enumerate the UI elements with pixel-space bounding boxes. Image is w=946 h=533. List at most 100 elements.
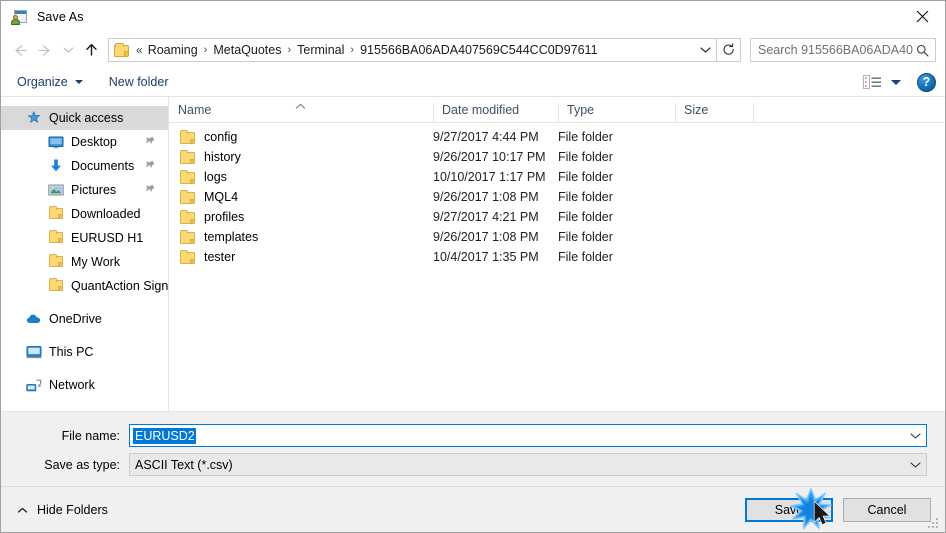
new-folder-label: New folder — [108, 75, 169, 89]
sidebar-item-network[interactable]: Network — [1, 373, 168, 397]
save-as-type-select[interactable]: ASCII Text (*.csv) — [129, 453, 927, 476]
recent-locations-chevron-down-icon[interactable] — [58, 37, 78, 63]
download-arrow-icon — [48, 158, 64, 174]
command-bar: Organize New folder ? — [1, 68, 945, 97]
breadcrumb-item-2[interactable]: Terminal — [295, 43, 346, 57]
save-button[interactable]: Save — [745, 497, 833, 522]
folder-icon — [48, 278, 64, 294]
file-type: File folder — [558, 250, 613, 264]
folder-icon — [48, 254, 64, 270]
up-arrow-icon[interactable] — [78, 37, 104, 63]
hide-folders-button[interactable]: Hide Folders — [17, 503, 108, 517]
file-rows: config 9/27/2017 4:44 PM File folder his… — [169, 123, 945, 411]
file-type: File folder — [558, 230, 613, 244]
column-header-date-modified[interactable]: Date modified — [433, 103, 558, 122]
chevron-up-icon — [17, 503, 28, 517]
folder-icon — [179, 129, 195, 145]
organize-button[interactable]: Organize — [17, 75, 83, 89]
star-icon — [26, 110, 42, 126]
back-arrow-icon[interactable] — [6, 37, 32, 63]
table-row[interactable]: history 9/26/2017 10:17 PM File folder — [169, 147, 945, 167]
file-name-input[interactable]: EURUSD2 — [129, 424, 927, 447]
column-header-size[interactable]: Size — [675, 103, 753, 122]
sidebar-item-documents[interactable]: Documents — [1, 154, 168, 178]
new-folder-button[interactable]: New folder — [109, 75, 169, 89]
breadcrumb: « Roaming › MetaQuotes › Terminal › 9155… — [133, 43, 694, 57]
file-date-modified: 9/26/2017 10:17 PM — [433, 150, 546, 164]
search-input[interactable]: Search 915566BA06ADA40756... — [750, 38, 936, 62]
cancel-button[interactable]: Cancel — [843, 497, 931, 522]
table-row[interactable]: MQL4 9/26/2017 1:08 PM File folder — [169, 187, 945, 207]
sidebar-item-label: Desktop — [71, 135, 117, 149]
sidebar-item-label: Network — [49, 378, 95, 392]
refresh-icon[interactable] — [717, 38, 741, 62]
file-type: File folder — [558, 210, 613, 224]
sidebar-item-label: QuantAction Signal — [71, 279, 168, 293]
folder-icon — [179, 249, 195, 265]
organize-label: Organize — [17, 75, 68, 89]
file-name: MQL4 — [204, 190, 239, 204]
column-header-type[interactable]: Type — [558, 103, 675, 122]
help-icon[interactable]: ? — [917, 72, 936, 92]
pin-icon[interactable] — [144, 135, 155, 148]
sidebar-item-desktop[interactable]: Desktop — [1, 130, 168, 154]
pin-icon[interactable] — [144, 159, 155, 172]
save-form: File name: EURUSD2 Save as type: ASCII T… — [1, 412, 945, 486]
address-bar[interactable]: « Roaming › MetaQuotes › Terminal › 9155… — [108, 38, 717, 62]
sidebar-item-onedrive[interactable]: OneDrive — [1, 307, 168, 331]
search-placeholder: Search 915566BA06ADA40756... — [758, 43, 913, 57]
file-date-modified: 9/26/2017 1:08 PM — [433, 190, 539, 204]
sidebar-item-label: This PC — [49, 345, 94, 359]
sort-ascending-icon — [295, 97, 306, 109]
forward-arrow-icon[interactable] — [32, 37, 58, 63]
save-as-icon — [11, 9, 28, 25]
table-row[interactable]: tester 10/4/2017 1:35 PM File folder — [169, 247, 945, 267]
column-header-row: Name Date modified Type Size — [169, 97, 945, 123]
file-list-pane: Name Date modified Type Size config 9/27… — [169, 97, 945, 411]
breadcrumb-separator: › — [203, 44, 208, 56]
resize-grip-icon[interactable] — [928, 516, 941, 529]
sidebar-item-downloaded[interactable]: Downloaded — [1, 202, 168, 226]
file-date-modified: 9/27/2017 4:44 PM — [433, 130, 539, 144]
save-as-dialog: Save As « Roaming › MetaQuotes › Termina… — [0, 0, 946, 533]
close-button[interactable] — [899, 1, 945, 32]
table-row[interactable]: templates 9/26/2017 1:08 PM File folder — [169, 227, 945, 247]
breadcrumb-overflow[interactable]: « — [133, 43, 146, 57]
folder-icon — [179, 229, 195, 245]
file-name-chevron-down-icon[interactable] — [904, 432, 926, 440]
table-row[interactable]: profiles 9/27/2017 4:21 PM File folder — [169, 207, 945, 227]
sidebar-item-label: Quick access — [49, 111, 124, 125]
sidebar-item-label: Documents — [71, 159, 135, 173]
table-row[interactable]: logs 10/10/2017 1:17 PM File folder — [169, 167, 945, 187]
chevron-down-icon — [891, 79, 901, 85]
sidebar-item-my-work[interactable]: My Work — [1, 250, 168, 274]
address-chevron-down-icon[interactable] — [694, 39, 716, 61]
file-date-modified: 10/4/2017 1:35 PM — [433, 250, 539, 264]
breadcrumb-item-3[interactable]: 915566BA06ADA407569C544CC0D97611 — [358, 43, 599, 57]
search-icon[interactable] — [913, 44, 931, 57]
chevron-down-icon — [74, 80, 83, 84]
save-as-type-label: Save as type: — [44, 457, 120, 472]
breadcrumb-separator: › — [287, 44, 292, 56]
sidebar-item-label: OneDrive — [49, 312, 102, 326]
sidebar-item-pictures[interactable]: Pictures — [1, 178, 168, 202]
breadcrumb-item-0[interactable]: Roaming — [146, 43, 200, 57]
pin-icon[interactable] — [144, 183, 155, 196]
sidebar-item-eurusd-h1[interactable]: EURUSD H1 — [1, 226, 168, 250]
file-name-value: EURUSD2 — [133, 427, 196, 444]
view-options-button[interactable] — [863, 74, 901, 90]
file-date-modified: 10/10/2017 1:17 PM — [433, 170, 546, 184]
breadcrumb-item-1[interactable]: MetaQuotes — [211, 43, 283, 57]
file-name: config — [204, 130, 238, 144]
sidebar-item-this-pc[interactable]: This PC — [1, 340, 168, 364]
navigation-pane: Quick access Desktop Documents Pictures … — [1, 97, 169, 411]
save-as-type-chevron-down-icon[interactable] — [904, 461, 926, 469]
folder-icon — [179, 189, 195, 205]
sidebar-item-quantaction-signal[interactable]: QuantAction Signal — [1, 274, 168, 298]
table-row[interactable]: config 9/27/2017 4:44 PM File folder — [169, 127, 945, 147]
cancel-label: Cancel — [867, 502, 907, 517]
sidebar-item-quick-access[interactable]: Quick access — [1, 106, 168, 130]
file-name: history — [204, 150, 241, 164]
sidebar-item-label: Pictures — [71, 183, 117, 197]
dialog-body: Quick access Desktop Documents Pictures … — [1, 97, 945, 412]
